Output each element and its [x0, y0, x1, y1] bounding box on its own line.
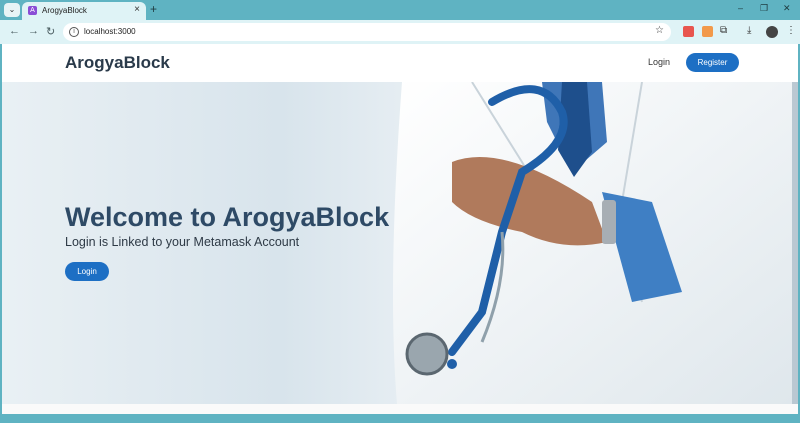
favicon-icon: A	[28, 6, 37, 15]
metamask-fox-icon[interactable]	[702, 26, 713, 37]
hero-section: Welcome to ArogyaBlock Login is Linked t…	[2, 82, 798, 404]
page-bottom-strip	[2, 404, 798, 414]
tab-strip: ⌄ A ArogyaBlock × + – ❐ ✕	[0, 0, 800, 20]
back-icon[interactable]: ←	[9, 25, 20, 37]
bookmark-star-icon[interactable]: ☆	[655, 25, 664, 36]
profile-avatar[interactable]	[766, 26, 778, 38]
extensions-puzzle-icon[interactable]: ⧉	[720, 25, 727, 36]
extension-red-icon[interactable]	[683, 26, 694, 37]
forward-icon[interactable]: →	[28, 25, 39, 37]
browser-toolbar: ← → ↻ i localhost:3000 ☆ ⧉ ⤓ ⋮	[0, 20, 800, 44]
tab-title: ArogyaBlock	[42, 6, 87, 15]
minimize-icon[interactable]: –	[738, 3, 743, 13]
browser-menu-icon[interactable]: ⋮	[786, 25, 796, 36]
hero-title: Welcome to ArogyaBlock	[65, 202, 390, 232]
navbar-login-link[interactable]: Login	[648, 57, 670, 67]
url-text[interactable]: localhost:3000	[84, 27, 136, 36]
navbar-register-button[interactable]: Register	[686, 53, 739, 72]
restore-icon[interactable]: ❐	[760, 3, 768, 14]
new-tab-icon[interactable]: +	[150, 2, 157, 16]
close-window-icon[interactable]: ✕	[783, 3, 791, 14]
window-bottom-border	[0, 414, 800, 423]
close-tab-icon[interactable]: ×	[134, 4, 140, 15]
browser-window: ⌄ A ArogyaBlock × + – ❐ ✕ ← → ↻ i localh…	[0, 0, 800, 423]
hero-login-button[interactable]: Login	[65, 262, 109, 281]
site-navbar: ArogyaBlock Login Register	[2, 44, 798, 82]
tab-search-icon[interactable]: ⌄	[4, 3, 20, 17]
reload-icon[interactable]: ↻	[46, 25, 55, 38]
site-brand[interactable]: ArogyaBlock	[65, 53, 170, 73]
site-info-icon[interactable]: i	[69, 27, 79, 37]
download-icon[interactable]: ⤓	[747, 25, 751, 36]
tab-arogyablock[interactable]: A ArogyaBlock ×	[22, 2, 146, 20]
web-page: ArogyaBlock Login Register Welcome to Ar…	[2, 44, 798, 414]
hero-subtitle: Login is Linked to your Metamask Account	[65, 235, 300, 249]
address-bar[interactable]: i localhost:3000 ☆	[63, 23, 671, 41]
